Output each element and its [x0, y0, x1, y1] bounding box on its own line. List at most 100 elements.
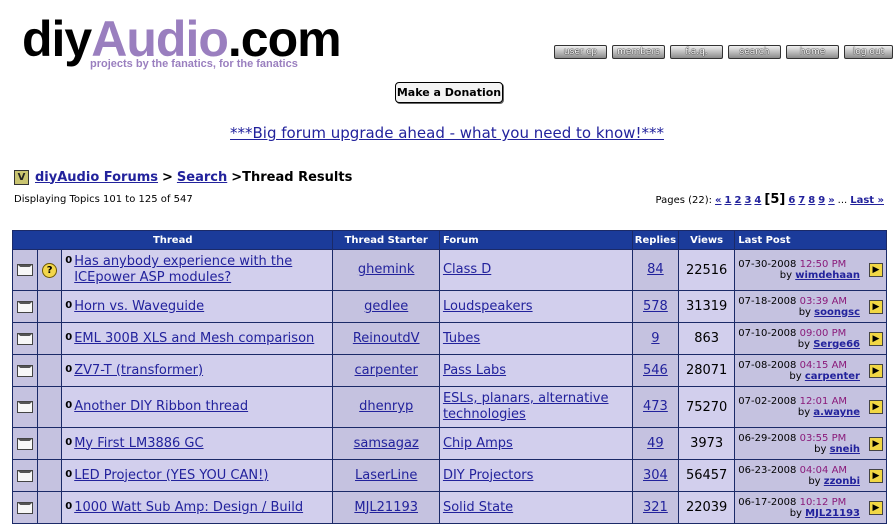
- last-post-user-link[interactable]: wimdehaan: [795, 270, 860, 281]
- last-post-user-link[interactable]: sneih: [830, 444, 860, 455]
- goto-last-post-icon[interactable]: ▶: [869, 436, 883, 451]
- pagination-page-link[interactable]: 2: [734, 195, 741, 206]
- thread-title-link[interactable]: 1000 Watt Sub Amp: Design / Build: [74, 500, 303, 516]
- thread-starter-link[interactable]: MJL21193: [354, 500, 418, 515]
- header-thread-starter[interactable]: Thread Starter: [333, 231, 439, 249]
- donate-button[interactable]: Make a Donation: [395, 82, 503, 103]
- last-post-user-link[interactable]: a.wayne: [813, 407, 860, 418]
- replies-link[interactable]: 9: [651, 331, 659, 346]
- last-post-date: 07-08-2008: [738, 359, 797, 371]
- thread-starter-cell: samsagaz: [333, 428, 439, 459]
- pagination-page-link[interactable]: 9: [818, 195, 825, 206]
- pagination-page-link[interactable]: 4: [754, 195, 761, 206]
- forum-home-icon[interactable]: V: [14, 169, 29, 185]
- thread-starter-link[interactable]: dhenryp: [359, 399, 413, 414]
- nav-search-button[interactable]: search: [728, 45, 781, 59]
- thread-title-link[interactable]: Another DIY Ribbon thread: [74, 399, 248, 415]
- thread-icon-cell: ?: [38, 250, 62, 290]
- forum-link[interactable]: ESLs, planars, alternative technologies: [443, 391, 609, 422]
- forum-link[interactable]: Loudspeakers: [443, 299, 533, 314]
- thread-title-link[interactable]: Has anybody experience with the ICEpower…: [74, 254, 332, 286]
- thread-starter-link[interactable]: carpenter: [355, 363, 418, 378]
- header-thread[interactable]: Thread: [13, 231, 333, 249]
- goto-last-post-icon[interactable]: ▶: [869, 363, 883, 378]
- last-post-user-link[interactable]: soongsc: [814, 307, 860, 318]
- thread-icon-cell: [38, 428, 62, 459]
- forum-cell: Tubes: [439, 323, 632, 354]
- replies-link[interactable]: 578: [643, 299, 668, 314]
- envelope-icon: [17, 332, 34, 345]
- pagination-page-link[interactable]: 6: [788, 195, 795, 206]
- thread-starter-link[interactable]: ghemink: [358, 262, 415, 277]
- nav-members-button[interactable]: members: [612, 45, 665, 59]
- replies-link[interactable]: 304: [643, 468, 668, 483]
- thread-starter-link[interactable]: samsagaz: [354, 436, 419, 451]
- header-last-post[interactable]: Last Post: [735, 231, 886, 249]
- forum-link[interactable]: DIY Projectors: [443, 468, 533, 483]
- replies-cell: 546: [632, 355, 679, 386]
- forum-link[interactable]: Class D: [443, 262, 491, 277]
- last-post-user-link[interactable]: MJL21193: [805, 508, 860, 519]
- forum-link[interactable]: Tubes: [443, 331, 480, 346]
- forum-link[interactable]: Pass Labs: [443, 363, 506, 378]
- thread-starter-link[interactable]: LaserLine: [355, 468, 417, 483]
- replies-link[interactable]: 321: [643, 500, 668, 515]
- header-forum[interactable]: Forum: [439, 231, 632, 249]
- header-views[interactable]: Views: [679, 231, 735, 249]
- replies-link[interactable]: 49: [647, 436, 664, 451]
- thread-title-link[interactable]: My First LM3886 GC: [74, 436, 203, 452]
- views-cell: 31319: [679, 291, 735, 322]
- goto-last-post-icon[interactable]: ▶: [869, 299, 883, 314]
- pagination-label: Pages (22):: [655, 195, 713, 206]
- thread-title-link[interactable]: ZV7-T (transformer): [74, 363, 203, 379]
- goto-last-post-icon[interactable]: ▶: [869, 500, 883, 515]
- nav-logout-button[interactable]: log out: [844, 45, 893, 59]
- breadcrumb-separator: >: [162, 169, 173, 185]
- goto-last-post-icon[interactable]: ▶: [869, 331, 883, 346]
- logo-tagline: projects by the fanatics, for the fanati…: [90, 58, 298, 70]
- nav-faq-button[interactable]: f.a.q.: [670, 45, 723, 59]
- pagination-first-link[interactable]: «: [715, 195, 721, 206]
- pagination-page-link[interactable]: 7: [798, 195, 805, 206]
- goto-last-post-icon[interactable]: ▶: [869, 468, 883, 483]
- table-row: 0 My First LM3886 GC samsagaz Chip Amps 4…: [13, 428, 886, 459]
- forum-link[interactable]: Chip Amps: [443, 436, 513, 451]
- pagination-page-link[interactable]: 3: [744, 195, 751, 206]
- replies-link[interactable]: 84: [647, 262, 664, 277]
- last-post-user-link[interactable]: zzonbi: [824, 476, 860, 487]
- replies-link[interactable]: 546: [643, 363, 668, 378]
- breadcrumb-search-link[interactable]: Search: [177, 170, 227, 185]
- last-post-user-link[interactable]: Serge66: [813, 339, 860, 350]
- thread-status-cell: [13, 387, 38, 427]
- site-logo[interactable]: diyAudio.com projects by the fanatics, f…: [22, 14, 362, 76]
- thread-icon-cell: [38, 291, 62, 322]
- thread-starter-link[interactable]: gedlee: [364, 299, 408, 314]
- last-post-cell: 07-18-2008 03:39 AM by soongsc ▶: [735, 291, 886, 322]
- pagination-last-link[interactable]: Last »: [850, 195, 884, 206]
- goto-last-post-icon[interactable]: ▶: [869, 400, 883, 414]
- thread-title-link[interactable]: LED Projector (YES YOU CAN!): [74, 468, 268, 484]
- thread-status-cell: [13, 355, 38, 386]
- replies-link[interactable]: 473: [643, 399, 668, 414]
- last-post-date: 07-02-2008: [738, 396, 797, 407]
- pagination-next-link[interactable]: »: [828, 195, 834, 206]
- header-replies[interactable]: Replies: [632, 231, 679, 249]
- forum-cell: Loudspeakers: [439, 291, 632, 322]
- thread-starter-link[interactable]: ReinoutdV: [353, 331, 420, 346]
- nav-user-cp-button[interactable]: user cp: [554, 45, 607, 59]
- pagination-page-link[interactable]: 8: [808, 195, 815, 206]
- last-post-user-link[interactable]: carpenter: [805, 371, 860, 382]
- breadcrumb-forums-link[interactable]: diyAudio Forums: [35, 170, 158, 185]
- breadcrumb: V diyAudio Forums > Search >Thread Resul…: [14, 168, 352, 186]
- announcement-link[interactable]: ***Big forum upgrade ahead - what you ne…: [0, 124, 894, 142]
- nav-home-button[interactable]: home: [786, 45, 839, 59]
- goto-last-post-icon[interactable]: ▶: [869, 263, 883, 277]
- forum-link[interactable]: Solid State: [443, 500, 513, 515]
- table-row: 0 EML 300B XLS and Mesh comparison Reinou…: [13, 323, 886, 354]
- thread-title-cell: 0 Another DIY Ribbon thread: [62, 387, 333, 427]
- replies-cell: 49: [632, 428, 679, 459]
- pagination-page-link[interactable]: 1: [725, 195, 732, 206]
- thread-title-link[interactable]: EML 300B XLS and Mesh comparison: [74, 331, 314, 347]
- last-post-cell: 06-23-2008 04:04 AM by zzonbi ▶: [735, 460, 886, 491]
- thread-title-link[interactable]: Horn vs. Waveguide: [74, 299, 204, 315]
